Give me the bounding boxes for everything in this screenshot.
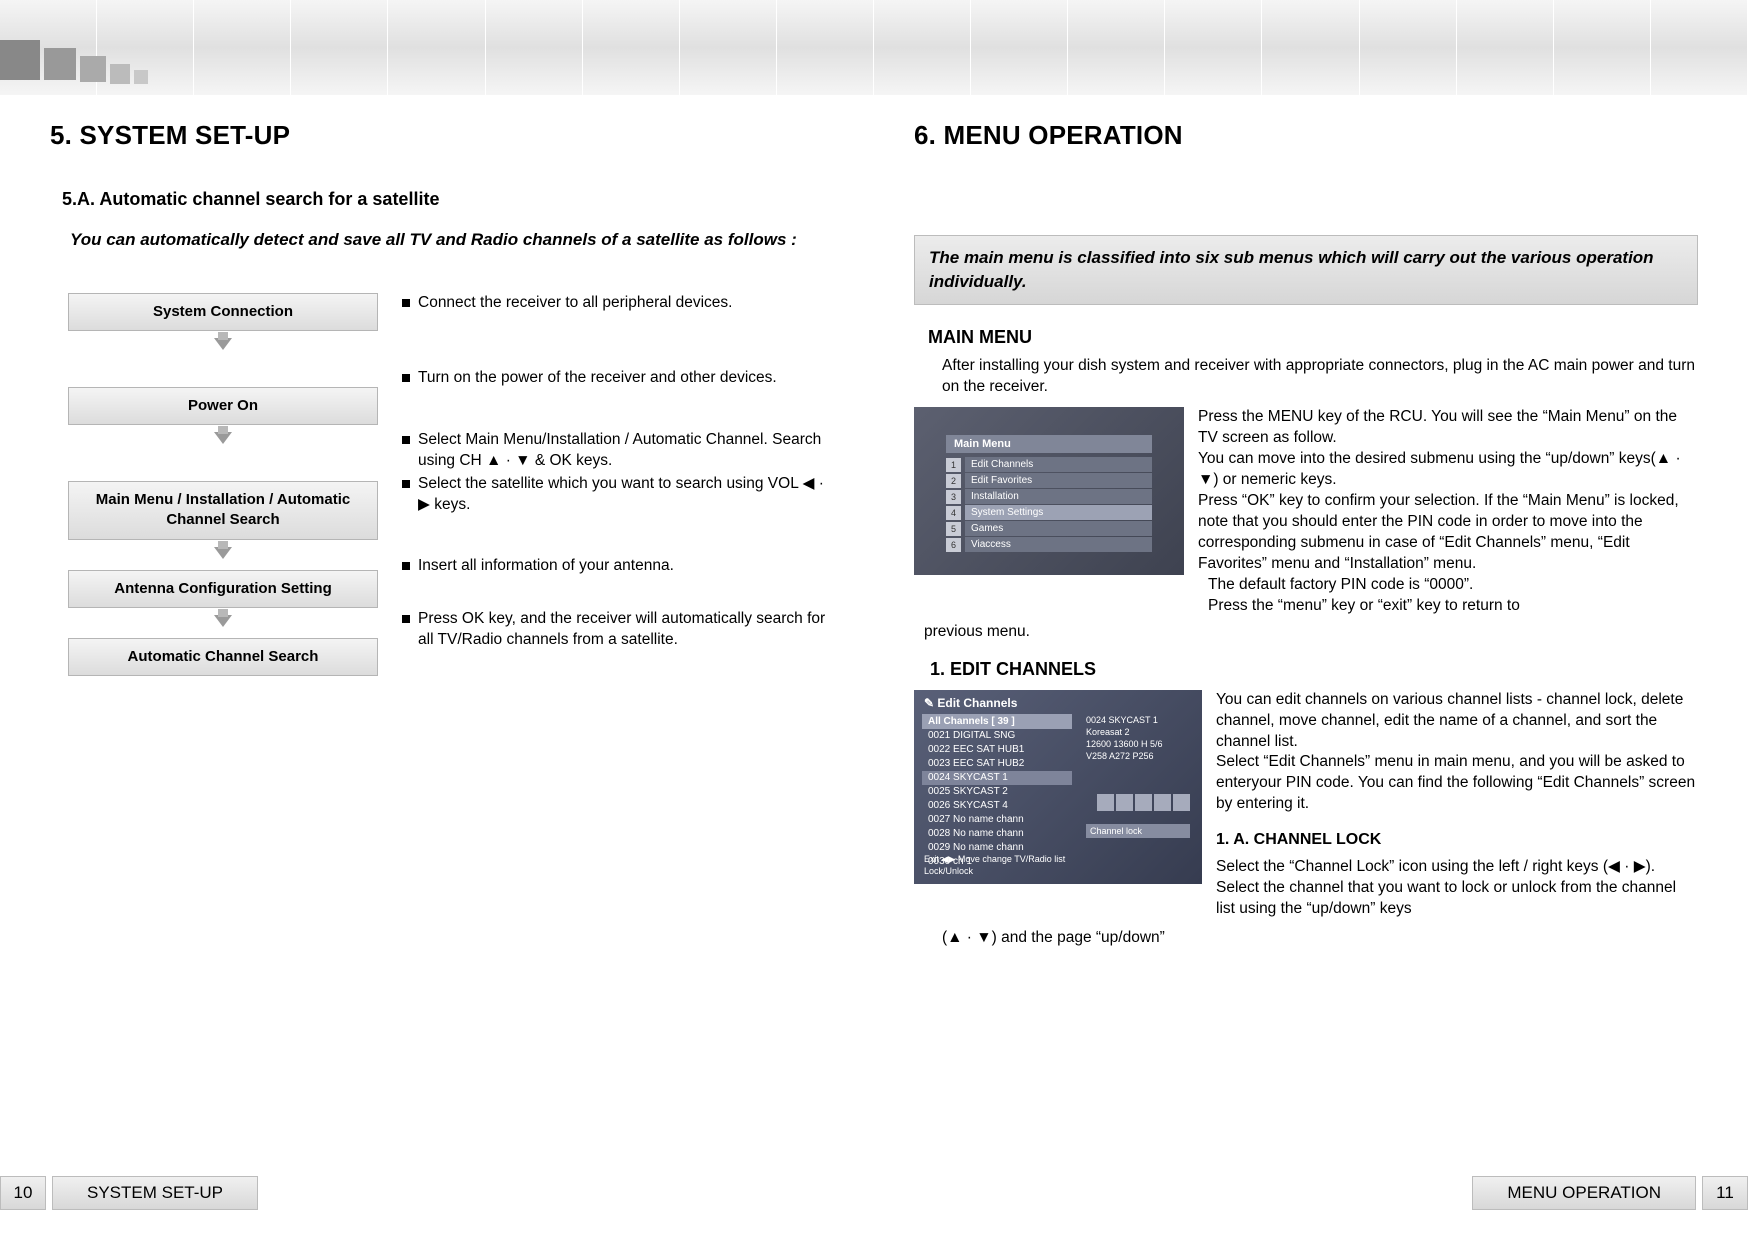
step-description: Press OK key, and the receiver will auto… <box>402 609 834 651</box>
menu-item: 3Installation <box>946 489 1152 504</box>
channel-lock-paragraph: Select the “Channel Lock” icon using the… <box>1216 857 1698 920</box>
step-box: System Connection <box>68 293 378 331</box>
step-description: Turn on the power of the receiver and ot… <box>402 368 834 389</box>
icon-row <box>1097 794 1190 811</box>
arrow-down-icon <box>214 338 232 350</box>
main-menu-intro: After installing your dish system and re… <box>942 356 1698 398</box>
channel-row: 0025 SKYCAST 2 <box>922 785 1072 799</box>
main-menu-paragraph: Press the MENU key of the RCU. You will … <box>1198 407 1698 616</box>
channel-row: 0027 No name chann <box>922 813 1072 827</box>
menu-item: 1Edit Channels <box>946 457 1152 472</box>
callout-box: The main menu is classified into six sub… <box>914 235 1698 305</box>
lock-icon <box>1097 794 1114 811</box>
step-description: Insert all information of your antenna. <box>402 556 834 577</box>
edit-channels-screenshot: ✎ Edit Channels All Channels [ 39 ] 0021… <box>914 690 1202 884</box>
tail-text: (▲ · ▼) and the page “up/down” <box>942 928 1698 949</box>
channel-row: 0029 No name chann <box>922 841 1072 855</box>
move-icon <box>1135 794 1152 811</box>
menu-item: 5Games <box>946 521 1152 536</box>
edit-channels-heading: 1. EDIT CHANNELS <box>930 659 1698 680</box>
menu-item: 4System Settings <box>946 505 1152 520</box>
step-box: Main Menu / Installation / Automatic Cha… <box>68 481 378 540</box>
channel-row: 0021 DIGITAL SNG <box>922 729 1072 743</box>
arrow-down-icon <box>214 432 232 444</box>
channel-row: 0022 EEC SAT HUB1 <box>922 743 1072 757</box>
header-corner-graphic <box>0 40 200 95</box>
arrow-down-icon <box>214 547 232 559</box>
edit-icon <box>1154 794 1171 811</box>
bullet-icon <box>402 480 410 488</box>
channel-lock-heading: 1. A. CHANNEL LOCK <box>1216 829 1698 851</box>
flow-descriptions-column: Connect the receiver to all peripheral d… <box>402 293 834 677</box>
screenshot-hint: Exit ◀▶ Move change TV/Radio list Lock/U… <box>924 854 1065 877</box>
footer-label: MENU OPERATION <box>1472 1176 1696 1210</box>
bullet-icon <box>402 615 410 623</box>
step-description: Connect the receiver to all peripheral d… <box>402 293 834 314</box>
section-heading: 5. SYSTEM SET-UP <box>50 120 834 151</box>
step-box: Power On <box>68 387 378 425</box>
page-number: 10 <box>0 1176 46 1210</box>
bullet-icon <box>402 562 410 570</box>
channel-row: 0024 SKYCAST 1 <box>922 771 1072 785</box>
screenshot-title: Main Menu <box>946 435 1152 453</box>
flow-steps-column: System Connection Power On Main Menu / I… <box>68 293 378 677</box>
main-menu-heading: MAIN MENU <box>928 327 1698 348</box>
channel-row: 0026 SKYCAST 4 <box>922 799 1072 813</box>
info-line: 0024 SKYCAST 1 <box>1082 714 1194 726</box>
channel-row: 0023 EEC SAT HUB2 <box>922 757 1072 771</box>
bullet-icon <box>402 374 410 382</box>
sub-heading: 5.A. Automatic channel search for a sate… <box>62 189 834 210</box>
info-line: Koreasat 2 <box>1082 726 1194 738</box>
section-heading: 6. MENU OPERATION <box>914 120 1698 151</box>
step-description: Select Main Menu/Installation / Automati… <box>402 430 834 516</box>
info-line: V258 A272 P256 <box>1082 750 1194 762</box>
intro-text: You can automatically detect and save al… <box>70 228 834 253</box>
footer-label: SYSTEM SET-UP <box>52 1176 258 1210</box>
step-box: Automatic Channel Search <box>68 638 378 676</box>
previous-menu-text: previous menu. <box>924 623 1698 641</box>
right-page: 6. MENU OPERATION The main menu is class… <box>874 120 1748 1160</box>
bullet-icon <box>402 436 410 444</box>
screenshot-title: ✎ Edit Channels <box>924 696 1017 710</box>
scissors-icon <box>1116 794 1133 811</box>
menu-item: 6Viaccess <box>946 537 1152 552</box>
return-note: Press the “menu” key or “exit” key to re… <box>1208 596 1698 617</box>
footer-left: 10 SYSTEM SET-UP <box>0 1176 258 1210</box>
channel-row: 0028 No name chann <box>922 827 1072 841</box>
header-pattern <box>0 0 1748 95</box>
step-box: Antenna Configuration Setting <box>68 570 378 608</box>
bullet-icon <box>402 299 410 307</box>
channel-lock-label: Channel lock <box>1086 824 1190 838</box>
footer-right: MENU OPERATION 11 <box>1472 1176 1748 1210</box>
all-channels-header: All Channels [ 39 ] <box>922 714 1072 729</box>
info-line: 12600 13600 H 5/6 <box>1082 738 1194 750</box>
page-number: 11 <box>1702 1176 1748 1210</box>
edit-channels-paragraph: You can edit channels on various channel… <box>1216 690 1698 920</box>
arrow-down-icon <box>214 615 232 627</box>
sort-icon <box>1173 794 1190 811</box>
left-page: 5. SYSTEM SET-UP 5.A. Automatic channel … <box>0 120 874 1160</box>
main-menu-screenshot: Main Menu 1Edit Channels2Edit Favorites3… <box>914 407 1184 575</box>
menu-item: 2Edit Favorites <box>946 473 1152 488</box>
pin-note: The default factory PIN code is “0000”. <box>1208 575 1698 596</box>
